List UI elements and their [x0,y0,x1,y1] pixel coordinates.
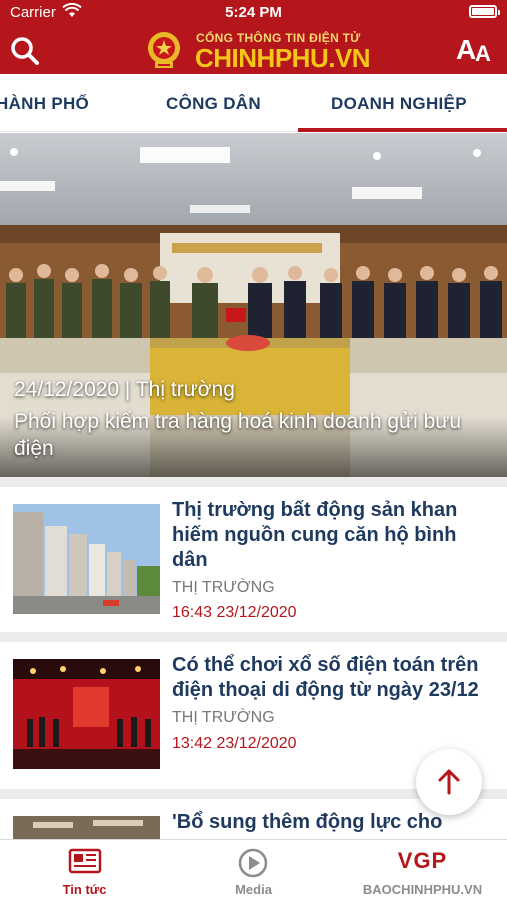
article-thumbnail [13,816,160,839]
app-header: Carrier 5:24 PM CỔNG THÔNG TIN ĐIỆN TỬ C… [0,0,507,74]
bottom-nav: Tin tức Media VGP BAOCHINHPHU.VN [0,839,507,900]
divider [0,632,507,642]
tab-label: Media [235,882,272,897]
tab-tin-tuc[interactable]: Tin tức [0,840,169,900]
battery-icon [469,5,500,18]
hero-article[interactable]: 24/12/2020 | Thị trường Phối hợp kiểm tr… [0,133,507,477]
tab-media[interactable]: Media [169,840,338,900]
clock: 5:24 PM [225,4,282,21]
article-category[interactable]: THỊ TRƯỜNG [172,579,275,597]
list-item[interactable]: Thị trường bất động sản khan hiếm nguồn … [0,487,507,627]
arrow-up-icon [438,769,460,795]
article-title[interactable]: Có thể chơi xổ số điện toán trên điện th… [172,653,494,703]
font-size-large-glyph: A [456,34,477,65]
vgp-logo: VGP [397,848,448,873]
article-thumbnail [13,504,160,614]
category-tabs: HÀNH PHỐ CÔNG DÂN DOANH NGHIỆP [0,74,507,132]
font-size-small-glyph: A [475,41,491,66]
scroll-to-top-button[interactable] [416,749,482,815]
article-timestamp: 16:43 23/12/2020 [172,604,297,621]
tab-label: BAOCHINHPHU.VN [362,882,483,897]
tab-doanh-nghiep[interactable]: DOANH NGHIỆP [331,94,467,114]
active-tab-indicator [298,128,507,132]
font-size-button[interactable]: A A [456,34,496,66]
article-timestamp: 13:42 23/12/2020 [172,735,297,752]
search-icon[interactable] [8,34,42,68]
tab-label: Tin tức [62,882,107,897]
hero-meta: 24/12/2020 | Thị trường [14,378,235,401]
national-emblem-logo[interactable] [142,28,186,72]
tab-baochinhphu[interactable]: VGP BAOCHINHPHU.VN [338,840,507,900]
play-icon [238,848,268,878]
article-title[interactable]: Thị trường bất động sản khan hiếm nguồn … [172,498,494,573]
tab-thanh-pho[interactable]: HÀNH PHỐ [0,94,89,114]
hero-title[interactable]: Phối hợp kiểm tra hàng hoá kinh doanh gử… [14,408,494,462]
tab-cong-dan[interactable]: CÔNG DÂN [166,94,261,114]
status-bar: Carrier 5:24 PM [0,0,507,24]
article-thumbnail [13,659,160,769]
divider [0,477,507,487]
brand-title[interactable]: CHINHPHU.VN [195,43,371,74]
article-category[interactable]: THỊ TRƯỜNG [172,709,275,727]
newspaper-icon [68,848,102,874]
